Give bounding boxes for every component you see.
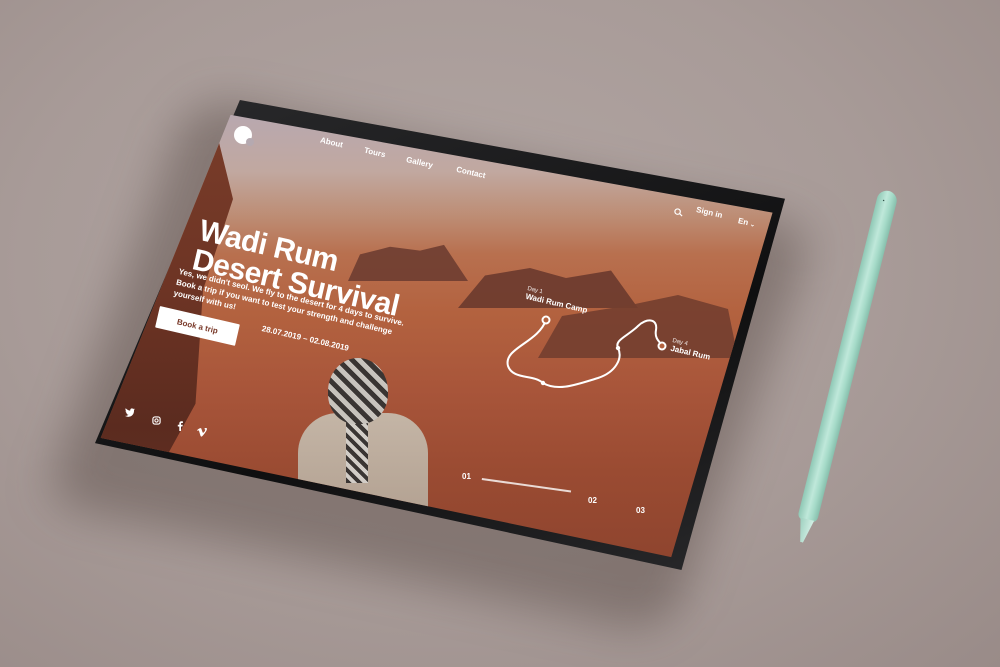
language-label: En (737, 216, 750, 228)
slider-number-3[interactable]: 03 (636, 506, 645, 515)
stylus-logo: ▪ (881, 197, 886, 205)
slider-number-1[interactable]: 01 (462, 472, 471, 481)
slider-number-2[interactable]: 02 (588, 496, 597, 505)
nav-link-contact[interactable]: Contact (455, 165, 486, 180)
traveler-head (328, 358, 388, 424)
facebook-icon[interactable] (174, 420, 186, 432)
nav-link-tours[interactable]: Tours (363, 146, 386, 160)
slider-progress-bar (481, 478, 572, 493)
site-logo[interactable] (234, 126, 254, 146)
twitter-icon[interactable] (124, 406, 136, 418)
instagram-icon[interactable] (150, 414, 162, 426)
search-icon[interactable] (674, 204, 683, 222)
scene: About Tours Gallery Contact Sign in En ⌄… (0, 0, 1000, 667)
chevron-down-icon: ⌄ (749, 221, 756, 229)
language-selector[interactable]: En ⌄ (737, 216, 756, 229)
vimeo-icon[interactable] (196, 426, 208, 438)
sign-in-link[interactable]: Sign in (695, 205, 723, 220)
nav-link-about[interactable]: About (319, 136, 344, 150)
stylus-pencil: ▪ (797, 188, 899, 524)
nav-link-gallery[interactable]: Gallery (405, 155, 433, 170)
